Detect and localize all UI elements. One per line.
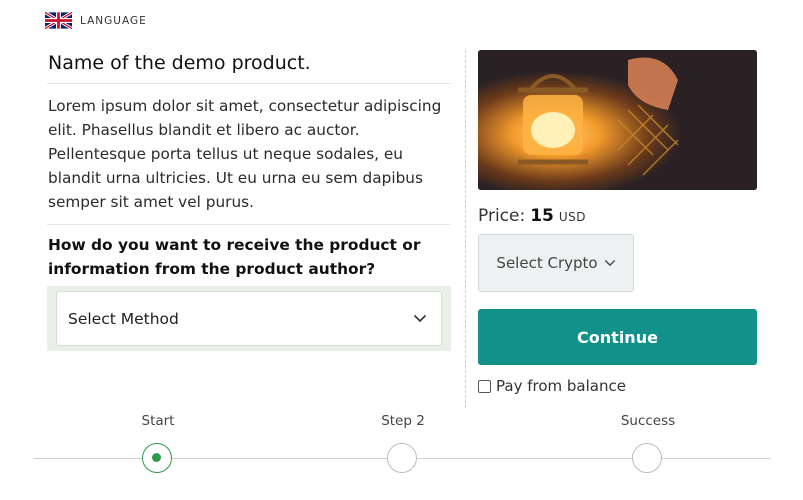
product-description: Lorem ipsum dolor sit amet, consectetur … [48, 97, 442, 211]
product-image [478, 50, 757, 190]
progress-stepper: Start Step 2 Success [0, 410, 803, 490]
step-label: Step 2 [381, 413, 425, 429]
pay-from-balance-label: Pay from balance [496, 377, 626, 395]
pay-from-balance[interactable]: Pay from balance [478, 377, 757, 395]
step-indicator-active [142, 443, 172, 473]
method-select-value: Select Method [68, 309, 179, 328]
step-indicator [387, 443, 417, 473]
language-selector[interactable]: LANGUAGE [45, 12, 147, 29]
method-select-container: Select Method [47, 286, 451, 351]
price-amount: 15 [530, 206, 554, 226]
price-label: Price: [478, 206, 526, 226]
step-indicator [632, 443, 662, 473]
step-success: Success [588, 410, 708, 473]
price-currency: USD [558, 210, 587, 224]
divider [47, 83, 451, 84]
pay-from-balance-checkbox[interactable] [478, 379, 491, 393]
step-label: Start [141, 413, 175, 429]
step-2: Step 2 [343, 410, 463, 473]
language-label: LANGUAGE [80, 14, 147, 27]
step-label: Success [620, 413, 676, 429]
crypto-select-value: Select Crypto [496, 254, 598, 272]
price: Price: 15 USD [478, 206, 757, 226]
checkout-column: Price: 15 USD Select Crypto Continue Pay… [478, 50, 757, 395]
product-name: Name of the demo product. [48, 52, 311, 74]
column-divider [465, 50, 466, 408]
chevron-down-icon [413, 314, 427, 323]
step-start: Start [98, 410, 218, 473]
divider [47, 224, 451, 225]
step-active-dot [152, 453, 161, 462]
product-info-column: Name of the demo product. Lorem ipsum do… [47, 50, 451, 351]
crypto-select[interactable]: Select Crypto [478, 234, 634, 292]
method-select[interactable]: Select Method [56, 291, 442, 346]
uk-flag-icon [45, 12, 72, 29]
chevron-down-icon [604, 259, 615, 267]
continue-button[interactable]: Continue [478, 309, 757, 365]
delivery-question: How do you want to receive the product o… [48, 236, 421, 278]
